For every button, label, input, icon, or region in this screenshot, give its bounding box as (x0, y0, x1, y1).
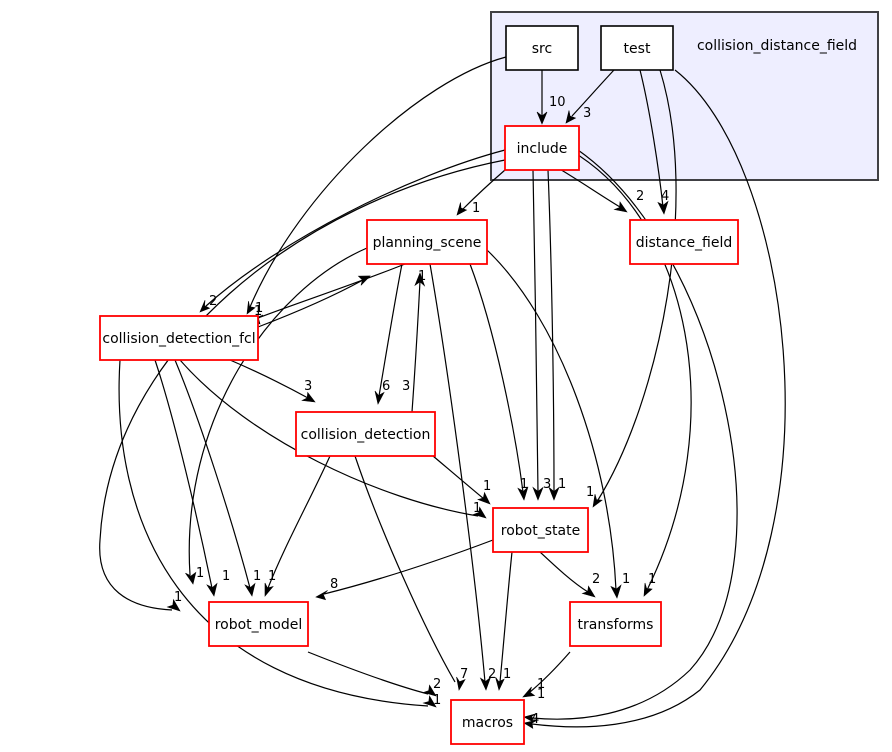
edge-line (257, 263, 406, 319)
edge-line (462, 169, 506, 210)
edge-label: 1 (483, 479, 491, 494)
edge-transforms-to-macros: 1 (522, 651, 571, 698)
edge-planning_scene-to-macros: 2 (429, 263, 496, 691)
node-label: distance_field (636, 235, 733, 251)
edge-robot_state-to-macros: 1 (495, 551, 513, 691)
edge-line (323, 539, 494, 595)
node-label: robot_state (501, 523, 580, 539)
arrow-head-icon (244, 582, 256, 597)
edge-label: 1 (253, 569, 261, 584)
arrow-head-icon (522, 686, 536, 698)
node-label: planning_scene (373, 235, 482, 251)
graph-canvas: collision_distance_field 10312 4213 116 331… (99, 11, 879, 745)
arrow-head-icon (613, 201, 628, 213)
edge-label: 6 (382, 379, 390, 394)
node-macros[interactable]: macros (450, 699, 525, 745)
edge-collision_detection_fcl-to-robot_model: 1 (154, 359, 230, 597)
edge-label: 2 (488, 667, 496, 682)
edge-label: 1 (503, 667, 511, 682)
node-label: include (517, 141, 568, 157)
arrow-head-icon (185, 571, 197, 585)
edge-label: 2 (433, 677, 441, 692)
edge-line (532, 169, 539, 493)
node-planning_scene[interactable]: planning_scene (366, 219, 488, 265)
edge-label: 1 (473, 501, 481, 516)
edge-line (378, 263, 403, 397)
edge-robot_state-to-robot_model: 8 (315, 539, 494, 601)
directory-dependency-graph: collision_distance_field 10 3 1 2 4 2 1 3 1 1 6 3 3 1… (0, 0, 892, 752)
node-robot_state[interactable]: robot_state (492, 507, 589, 553)
edge-line (229, 359, 309, 399)
arrow-head-icon (581, 585, 596, 598)
edge-label: 1 (268, 569, 276, 584)
edge-label: 8 (330, 577, 338, 592)
edge-line (154, 359, 213, 589)
edge-label: 1 (418, 269, 426, 284)
edge-line (539, 551, 589, 593)
cluster-label: collision_distance_field (697, 38, 857, 54)
edge-collision_detection-to-robot_model: 1 (264, 455, 331, 597)
edge-label: 2 (592, 572, 600, 587)
edge-label: 10 (549, 95, 566, 110)
edge-line (469, 263, 524, 493)
node-label: macros (462, 715, 513, 731)
edge-label: 1 (537, 687, 545, 702)
edge-include-to-robot_state: 1 (547, 169, 566, 501)
edge-label: 3 (304, 379, 312, 394)
edge-label: 1 (558, 477, 566, 492)
edge-label: 1 (472, 201, 480, 216)
edge-line (307, 651, 429, 695)
node-label: collision_detection_fcl (102, 331, 255, 347)
edge-label: 4 (661, 189, 669, 204)
node-src[interactable]: src (505, 25, 579, 71)
edge-collision_detection_fcl-to-collision_detection: 3 (229, 359, 316, 403)
edge-label: 7 (460, 667, 468, 682)
edge-collision_detection-to-macros: 7 (354, 455, 468, 691)
edge-label: 1 (520, 477, 528, 492)
node-include[interactable]: include (504, 125, 580, 171)
edge-label: 1 (622, 572, 630, 587)
edge-line (529, 651, 571, 693)
node-test[interactable]: test (600, 25, 674, 71)
edge-label: 1 (586, 485, 594, 500)
edge-line (411, 280, 421, 413)
edge-label: 1 (648, 572, 656, 587)
node-label: collision_detection (301, 427, 431, 443)
node-distance_field[interactable]: distance_field (629, 219, 739, 265)
edge-line (547, 169, 555, 493)
edge-line (267, 455, 331, 589)
node-label: transforms (578, 617, 654, 633)
arrow-head-icon (456, 202, 468, 216)
edge-src-to-collision_detection_fcl: 1 (246, 56, 507, 319)
node-collision_detection_fcl[interactable]: collision_detection_fcl (99, 315, 259, 361)
edge-label: 1 (222, 569, 230, 584)
edge-label: 2 (636, 189, 644, 204)
edge-include-to-planning_scene: 1 (456, 169, 506, 216)
edge-planning_scene-to-robot_state: 1 (469, 263, 529, 501)
edge-label: 3 (583, 106, 591, 121)
node-transforms[interactable]: transforms (569, 601, 662, 647)
edge-label: 3 (402, 379, 410, 394)
edge-label: 1 (255, 301, 263, 316)
edge-planning_scene-to-collision_detection: 6 (374, 263, 403, 405)
node-robot_model[interactable]: robot_model (208, 601, 309, 647)
edge-robot_state-to-transforms: 2 (539, 551, 600, 598)
node-label: src (532, 41, 552, 57)
node-label: test (624, 41, 651, 57)
edge-collision_detection-to-planning_scene: 3 (402, 272, 426, 413)
edge-label: 1 (196, 566, 204, 581)
edge-line (429, 263, 486, 683)
node-label: robot_model (215, 617, 303, 633)
edge-label: 1 (433, 693, 441, 708)
edge-line (499, 551, 513, 683)
arrow-head-icon (315, 590, 328, 601)
node-collision_detection[interactable]: collision_detection (295, 411, 436, 457)
edge-line (249, 56, 507, 308)
edge-line (354, 455, 456, 683)
